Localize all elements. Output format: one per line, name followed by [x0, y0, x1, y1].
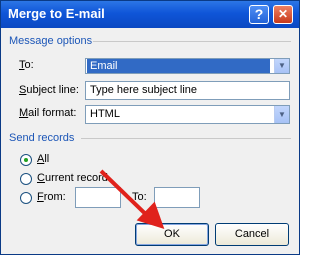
group-divider [93, 41, 291, 42]
chevron-down-icon[interactable]: ▼ [274, 59, 289, 73]
merge-to-email-dialog: Merge to E-mail ? ✕ Message options To: … [0, 0, 300, 255]
mail-format-dropdown[interactable]: HTML ▼ [85, 105, 290, 124]
mail-format-label: Mail format: [19, 107, 77, 119]
send-records-label: Send records [9, 132, 75, 144]
all-radio[interactable] [20, 154, 32, 166]
title-bar[interactable]: Merge to E-mail ? ✕ [1, 1, 299, 28]
current-record-radio[interactable] [20, 173, 32, 185]
cancel-button[interactable]: Cancel [215, 223, 289, 246]
current-record-label[interactable]: Current record [37, 172, 108, 184]
from-radio[interactable] [20, 192, 32, 204]
send-records-group: Send records [9, 132, 293, 144]
all-radio-label[interactable]: All [37, 153, 49, 165]
close-button[interactable]: ✕ [273, 5, 293, 24]
group-divider [81, 138, 291, 139]
to-record-input[interactable] [154, 187, 200, 208]
subject-line-input[interactable]: Type here subject line [85, 81, 290, 100]
from-label[interactable]: From: [37, 191, 66, 203]
to-dropdown-value: Email [87, 59, 270, 73]
message-options-group: Message options [9, 35, 293, 47]
help-button[interactable]: ? [249, 5, 269, 24]
to-label: To: [19, 59, 34, 71]
close-icon: ✕ [277, 7, 289, 21]
to-dropdown[interactable]: Email ▼ [85, 58, 290, 74]
message-options-label: Message options [9, 35, 93, 47]
dialog-title: Merge to E-mail [8, 6, 105, 21]
subject-line-label: Subject line: [19, 84, 79, 96]
from-input[interactable] [75, 187, 121, 208]
help-icon: ? [254, 6, 264, 22]
mail-format-value: HTML [90, 108, 120, 120]
chevron-down-icon[interactable]: ▼ [274, 106, 289, 123]
